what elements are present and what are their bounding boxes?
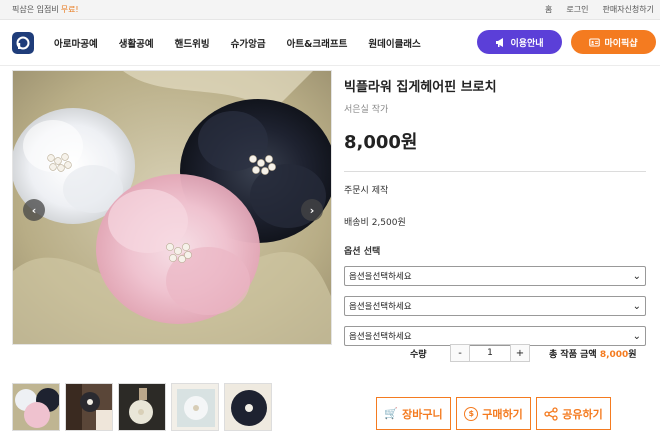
main-nav: 아로마공예 생활공예 핸드위빙 슈가앙금 아트&크래프트 원데이클래스	[54, 36, 421, 50]
promo-text: 픽샵은 입점비 무료!	[12, 4, 79, 15]
nav-sugar[interactable]: 슈가앙금	[231, 36, 266, 50]
nav-handweaving[interactable]: 핸드위빙	[175, 36, 210, 50]
thumbnail-2[interactable]	[65, 383, 113, 431]
chevron-down-icon: ⌄	[632, 300, 641, 312]
id-card-icon	[589, 37, 601, 47]
quantity-minus-button[interactable]: -	[451, 345, 469, 361]
thumbnail-4[interactable]	[171, 383, 219, 431]
site-logo[interactable]	[12, 32, 34, 54]
thumbnail-3[interactable]	[118, 383, 166, 431]
thumbnail-3-image	[119, 384, 165, 430]
quantity-stepper: - 1 +	[450, 344, 530, 362]
flower-brooch-photo	[13, 71, 331, 344]
thumbnail-1[interactable]	[12, 383, 60, 431]
thumbnail-5-image	[225, 384, 271, 430]
option-select-2[interactable]: 옵션을선택하세요 ⌄	[344, 296, 646, 316]
nav-living[interactable]: 생활공예	[119, 36, 154, 50]
seller-apply-link[interactable]: 판매자신청하기	[602, 4, 654, 15]
promo-free-badge: 무료!	[60, 5, 79, 14]
chevron-right-icon: ›	[309, 203, 315, 217]
chevron-down-icon: ⌄	[632, 270, 641, 282]
nav-oneday[interactable]: 원데이클래스	[368, 36, 420, 50]
option-select-2-value: 옵션을선택하세요	[349, 302, 412, 312]
next-image-button[interactable]: ›	[301, 199, 323, 221]
made-to-order-note: 주문시 제작	[344, 186, 389, 196]
thumbnail-5[interactable]	[224, 383, 272, 431]
prev-image-button[interactable]: ‹	[23, 199, 45, 221]
quantity-label: 수량	[410, 350, 427, 360]
cart-icon: 🛒	[384, 407, 399, 420]
product-title: 빅플라워 집게헤어핀 브로치	[344, 80, 497, 95]
header: 아로마공예 생활공예 핸드위빙 슈가앙금 아트&크래프트 원데이클래스 이용안내…	[0, 20, 660, 66]
thumbnail-2-image	[66, 384, 112, 430]
coin-icon: $	[464, 406, 479, 421]
buy-now-button[interactable]: $ 구매하기	[456, 397, 531, 430]
product-info: 빅플라워 집게헤어핀 브로치 서은실 작가 8,000원 주문시 제작 배송비 …	[344, 70, 646, 346]
home-link[interactable]: 홈	[545, 4, 552, 15]
option-select-3[interactable]: 옵션을선택하세요 ⌄	[344, 326, 646, 346]
share-button[interactable]: 공유하기	[536, 397, 611, 430]
shipping-fee: 배송비 2,500원	[344, 218, 406, 228]
quantity-plus-button[interactable]: +	[511, 345, 529, 361]
share-icon	[544, 406, 558, 421]
total-amount: 8,000	[599, 350, 629, 360]
total-label: 총 작품 금액	[549, 350, 597, 360]
thumbnail-4-image	[172, 384, 218, 430]
option-select-1[interactable]: 옵션을선택하세요 ⌄	[344, 266, 646, 286]
product-price: 8,000원	[344, 132, 418, 153]
thumbnail-1-image	[13, 384, 59, 430]
logo-icon	[16, 36, 30, 50]
top-links: 홈 로그인 판매자신청하기	[545, 4, 654, 15]
add-to-cart-button[interactable]: 🛒 장바구니	[376, 397, 451, 430]
divider	[344, 171, 646, 172]
top-bar: 픽샵은 입점비 무료! 홈 로그인 판매자신청하기	[0, 0, 660, 20]
buy-now-label: 구매하기	[482, 407, 523, 421]
total-price: 총 작품 금액 8,000원	[549, 347, 637, 360]
artist-name[interactable]: 서은실 작가	[344, 102, 646, 115]
add-to-cart-label: 장바구니	[402, 407, 443, 421]
promo-label: 픽샵은 입점비	[12, 5, 59, 14]
chevron-left-icon: ‹	[31, 203, 37, 217]
nav-artcraft[interactable]: 아트&크래프트	[287, 36, 348, 50]
guide-button-label: 이용안내	[510, 38, 544, 49]
thumbnail-strip	[12, 383, 272, 431]
options-label: 옵션 선택	[344, 247, 381, 257]
mypick-button[interactable]: 마이픽샵	[571, 30, 656, 54]
share-label: 공유하기	[562, 407, 603, 421]
option-select-1-value: 옵션을선택하세요	[349, 272, 412, 282]
megaphone-icon	[496, 37, 504, 47]
nav-aroma[interactable]: 아로마공예	[54, 36, 98, 50]
main-product-image: ‹ ›	[12, 70, 332, 345]
option-select-3-value: 옵션을선택하세요	[349, 332, 412, 342]
chevron-down-icon: ⌄	[632, 330, 641, 342]
mypick-button-label: 마이픽샵	[604, 38, 638, 49]
guide-button[interactable]: 이용안내	[477, 30, 562, 54]
login-link[interactable]: 로그인	[566, 4, 588, 15]
total-unit: 원	[628, 350, 637, 360]
quantity-input[interactable]: 1	[469, 345, 511, 361]
